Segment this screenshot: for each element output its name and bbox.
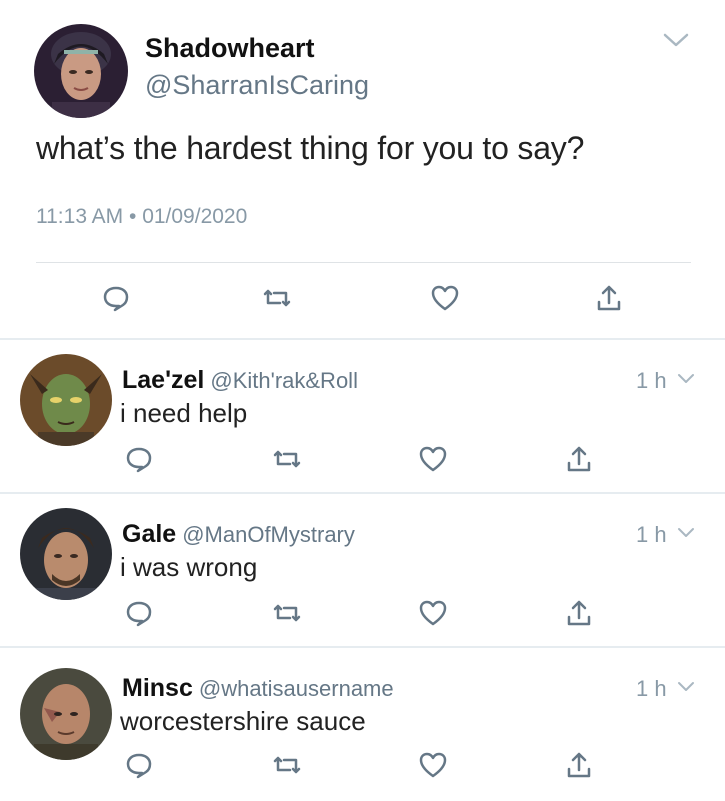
tweet-text: what’s the hardest thing for you to say? [36,130,585,166]
main-tweet: Shadowheart @SharranIsCaring what’s the … [0,0,725,337]
share-icon[interactable] [594,283,624,313]
author-handle[interactable]: @Kith'rak&Roll [210,368,358,393]
share-icon[interactable] [564,444,594,474]
tweet-text: i need help [120,398,248,428]
author-handle[interactable]: @SharranIsCaring [145,70,369,101]
avatar-shadowheart[interactable] [34,24,128,118]
chevron-down-icon[interactable] [676,680,696,694]
like-icon[interactable] [418,598,448,628]
like-icon[interactable] [418,444,448,474]
reply-tweet[interactable]: Lae'zel @Kith'rak&Roll 1 h i need help [0,340,725,493]
reply-icon[interactable] [101,283,131,313]
author-handle[interactable]: @whatisausername [199,676,394,701]
author-display-name[interactable]: Gale [122,520,176,548]
tweet-time[interactable]: 1 h [636,368,667,394]
like-icon[interactable] [418,750,448,780]
like-icon[interactable] [430,283,460,313]
chevron-down-icon[interactable] [661,30,691,50]
avatar-gale[interactable] [20,508,112,600]
divider [36,262,691,263]
tweet-actions [0,750,725,782]
tweet-text: worcestershire sauce [120,706,366,736]
tweet-time[interactable]: 1 h [636,676,667,702]
avatar-minsc[interactable] [20,668,112,760]
retweet-icon[interactable] [262,283,292,313]
author-display-name[interactable]: Lae'zel [122,366,204,394]
tweet-actions [0,444,725,476]
share-icon[interactable] [564,598,594,628]
chevron-down-icon[interactable] [676,526,696,540]
retweet-icon[interactable] [272,750,302,780]
reply-icon[interactable] [124,444,154,474]
share-icon[interactable] [564,750,594,780]
chevron-down-icon[interactable] [676,372,696,386]
reply-icon[interactable] [124,750,154,780]
tweet-text: i was wrong [120,552,258,582]
author-name[interactable]: Lae'zel @Kith'rak&Roll [122,366,358,395]
avatar-laezel[interactable] [20,354,112,446]
reply-tweet[interactable]: Gale @ManOfMystrary 1 h i was wrong [0,494,725,647]
tweet-timestamp[interactable]: 11:13 AM • 01/09/2020 [36,205,247,229]
reply-icon[interactable] [124,598,154,628]
author-name[interactable]: Shadowheart [145,33,315,64]
retweet-icon[interactable] [272,444,302,474]
author-name[interactable]: Minsc @whatisausername [122,674,394,703]
author-display-name[interactable]: Minsc [122,674,193,702]
author-handle[interactable]: @ManOfMystrary [182,522,355,547]
retweet-icon[interactable] [272,598,302,628]
author-name[interactable]: Gale @ManOfMystrary [122,520,355,549]
tweet-actions [0,283,725,315]
tweet-actions [0,598,725,630]
reply-tweet[interactable]: Minsc @whatisausername 1 h worcestershire… [0,648,725,801]
tweet-time[interactable]: 1 h [636,522,667,548]
